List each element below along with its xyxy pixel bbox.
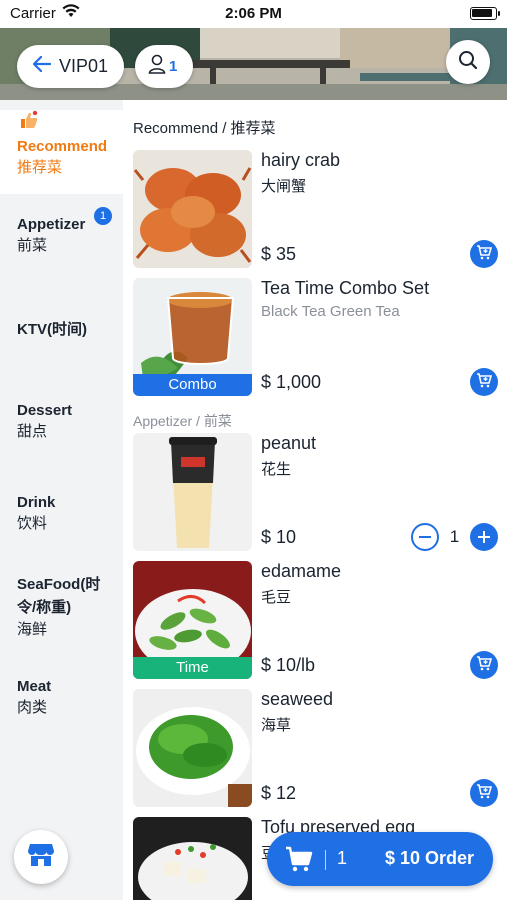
- category-drink[interactable]: Drink 饮料: [0, 493, 123, 535]
- person-icon: [148, 54, 166, 79]
- add-to-cart-button[interactable]: [470, 651, 498, 679]
- table-label: VIP01: [59, 56, 109, 76]
- section-title-recommend: Recommend / 推荐菜: [133, 120, 276, 137]
- category-sidebar: Recommend 推荐菜 Appetizer 前菜 1 KTV(时间) Des…: [0, 100, 123, 900]
- item-image: Time: [133, 561, 252, 679]
- item-price: $ 10: [261, 527, 297, 547]
- guest-count: 1: [169, 58, 178, 75]
- item-image: [133, 433, 252, 551]
- category-label-en-line1: SeaFood(时: [17, 576, 101, 593]
- item-image: [133, 689, 252, 807]
- category-label-en: Dessert: [17, 402, 73, 419]
- cart-item-count: 1: [337, 848, 348, 868]
- category-label-zh: 饮料: [17, 515, 48, 532]
- category-label-zh: 肉类: [17, 699, 48, 716]
- back-button[interactable]: VIP01: [17, 45, 124, 88]
- guest-count-button[interactable]: 1: [135, 45, 193, 88]
- category-ktv[interactable]: KTV(时间): [0, 320, 123, 340]
- category-appetizer[interactable]: Appetizer 前菜 1: [0, 207, 123, 257]
- add-to-cart-button[interactable]: [470, 779, 498, 807]
- store-icon: [27, 842, 55, 873]
- category-label-en: Drink: [17, 494, 56, 511]
- menu-item[interactable]: hairy crab 大闸蟹 $ 35: [133, 150, 498, 268]
- category-dessert[interactable]: Dessert 甜点: [0, 401, 123, 443]
- category-label-zh: 前菜: [17, 237, 48, 254]
- status-bar: Carrier 2:06 PM: [0, 0, 507, 28]
- category-label-en: Recommend: [17, 138, 108, 155]
- category-label-en: Meat: [17, 678, 52, 695]
- item-name: peanut: [261, 433, 317, 453]
- category-label-en: KTV(时间): [17, 321, 87, 338]
- item-name: Tea Time Combo Set: [261, 278, 430, 298]
- item-description: 海草: [261, 717, 292, 734]
- thumbs-up-icon: [19, 110, 123, 135]
- item-price: $ 1,000: [261, 372, 322, 392]
- store-button[interactable]: [14, 830, 68, 884]
- clock: 2:06 PM: [225, 5, 282, 22]
- category-label-zh: 海鲜: [17, 621, 48, 638]
- category-label-zh: 推荐菜: [17, 159, 63, 176]
- category-label-zh: 甜点: [17, 423, 48, 440]
- item-name: hairy crab: [261, 150, 341, 170]
- item-price: $ 35: [261, 244, 297, 264]
- increase-quantity-button[interactable]: [470, 523, 498, 551]
- item-image: Combo: [133, 278, 252, 396]
- item-image: [133, 817, 252, 900]
- time-tag: Time: [133, 657, 252, 679]
- category-seafood[interactable]: SeaFood(时 令/称重) 海鲜: [0, 573, 123, 641]
- menu-item[interactable]: Time edamame 毛豆 $ 10/lb: [133, 561, 498, 679]
- cart-plus-icon: [476, 372, 493, 393]
- cart-plus-icon: [476, 655, 493, 676]
- combo-tag: Combo: [133, 374, 252, 396]
- item-description: 大闸蟹: [261, 178, 307, 195]
- item-name: seaweed: [261, 689, 334, 709]
- section-title-appetizer: Appetizer / 前菜: [133, 413, 232, 429]
- item-quantity: 1: [449, 527, 460, 546]
- item-price: $ 12: [261, 783, 297, 803]
- category-label-en-line2: 令/称重): [17, 599, 72, 616]
- menu-item[interactable]: seaweed 海草 $ 12: [133, 689, 498, 807]
- item-image: [133, 150, 252, 268]
- quantity-stepper: 1: [411, 523, 498, 551]
- add-to-cart-button[interactable]: [470, 240, 498, 268]
- item-name: edamame: [261, 561, 342, 581]
- order-bar[interactable]: 1 $ 10 Order: [267, 832, 493, 886]
- arrow-left-icon: [32, 55, 52, 77]
- order-bar-divider: [325, 850, 326, 870]
- item-description: 毛豆: [261, 589, 292, 606]
- order-button-label: $ 10 Order: [385, 848, 475, 868]
- category-badge: 1: [94, 207, 112, 225]
- search-button[interactable]: [446, 40, 490, 84]
- battery-icon: [470, 7, 500, 20]
- decrease-quantity-button[interactable]: [411, 523, 439, 551]
- category-recommend[interactable]: Recommend 推荐菜: [0, 110, 123, 194]
- menu-item[interactable]: Combo Tea Time Combo Set Black Tea Green…: [133, 278, 498, 396]
- item-description: Black Tea Green Tea: [261, 303, 400, 320]
- menu-item[interactable]: peanut 花生 $ 10 1: [133, 433, 498, 551]
- search-icon: [458, 50, 478, 75]
- add-to-cart-button[interactable]: [470, 368, 498, 396]
- item-price: $ 10/lb: [261, 655, 316, 675]
- cart-icon: [285, 846, 313, 877]
- category-meat[interactable]: Meat 肉类: [0, 677, 123, 719]
- item-description: 花生: [261, 461, 292, 478]
- cart-plus-icon: [476, 783, 493, 804]
- cart-plus-icon: [476, 244, 493, 265]
